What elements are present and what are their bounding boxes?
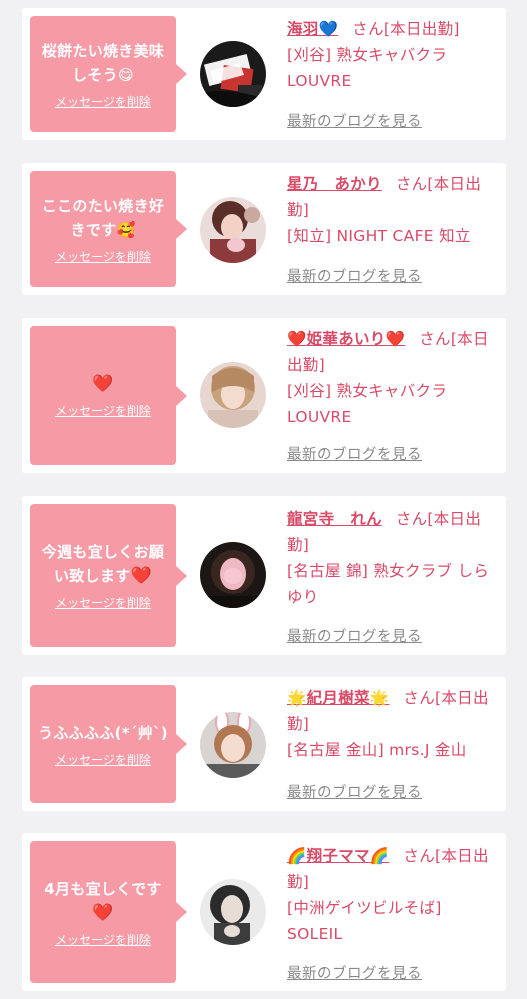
heart-icon: ❤️ [287, 330, 307, 348]
sender-name-link[interactable]: 🌟紀月樹菜🌟 [287, 689, 389, 707]
avatar[interactable] [200, 542, 266, 608]
shop-name: [知立] NIGHT CAFE 知立 [287, 227, 471, 245]
message-bubble: ❤️ メッセージを削除 [30, 326, 187, 465]
emoji-icon: 😋 [117, 65, 134, 84]
star-icon: 🌟 [287, 689, 307, 707]
avatar[interactable] [200, 879, 266, 945]
latest-blog-link[interactable]: 最新のブログを見る [287, 781, 422, 802]
message-text: うふふふふ(*´艸`) [38, 723, 168, 742]
message-card: ❤️ メッセージを削除 ❤️姫華あいり❤️ さん[本日出勤] [刈谷] 熟女キャバ… [22, 318, 506, 473]
message-card: ここのたい焼き好きです🥰 メッセージを削除 星乃 あかり さん[本日出勤] [知立… [22, 163, 506, 295]
latest-blog-link[interactable]: 最新のブログを見る [287, 265, 422, 286]
message-bubble: 4月も宜しくです ❤️ メッセージを削除 [30, 841, 187, 983]
avatar[interactable] [200, 197, 266, 263]
message-card: うふふふふ(*´艸`) メッセージを削除 🌟紀月樹菜🌟 さん[本日出勤] [名古屋… [22, 677, 506, 811]
message-text: 4月も宜しくです ❤️ [44, 879, 162, 923]
rainbow-icon: 🌈 [369, 847, 390, 865]
attendance-status: さん[本日出勤] [352, 20, 460, 38]
message-text: ここのたい焼き好きです🥰 [41, 196, 165, 239]
shop-name: [名古屋 錦] 熟女クラブ しらゆり [287, 562, 490, 606]
avatar[interactable] [200, 362, 266, 428]
delete-message-link[interactable]: メッセージを削除 [55, 594, 151, 611]
heart-icon: ❤️ [130, 566, 152, 586]
sender-info: 海羽💙 さん[本日出勤] [刈谷] 熟女キャバクラ LOUVRE [287, 16, 499, 94]
delete-message-link[interactable]: メッセージを削除 [55, 931, 151, 948]
avatar[interactable] [200, 41, 266, 107]
message-bubble: 今週も宜しくお願い致します❤️ メッセージを削除 [30, 504, 187, 647]
sender-info: ❤️姫華あいり❤️ さん[本日出勤] [刈谷] 熟女キャバクラ LOUVRE [287, 326, 499, 430]
message-bubble: 桜餅たい焼き美味しそう😋 メッセージを削除 [30, 16, 187, 132]
heart-icon: ❤️ [385, 330, 406, 348]
sender-name-link[interactable]: 龍宮寺 れん [287, 510, 382, 528]
sender-name-link[interactable]: 🌈翔子ママ🌈 [287, 847, 389, 865]
heart-icon: ❤️ [92, 902, 114, 923]
rainbow-icon: 🌈 [287, 847, 307, 865]
message-text: 桜餅たい焼き美味しそう😋 [41, 41, 165, 84]
latest-blog-link[interactable]: 最新のブログを見る [287, 962, 422, 983]
message-card: 今週も宜しくお願い致します❤️ メッセージを削除 龍宮寺 れん さん[本日出勤] … [22, 496, 506, 655]
delete-message-link[interactable]: メッセージを削除 [55, 751, 151, 768]
message-text: ❤️ [92, 372, 113, 396]
blue-heart-icon: 💙 [318, 20, 339, 38]
sender-info: 星乃 あかり さん[本日出勤] [知立] NIGHT CAFE 知立 [287, 171, 499, 249]
sender-info: 🌟紀月樹菜🌟 さん[本日出勤] [名古屋 金山] mrs.J 金山 [287, 685, 499, 763]
message-card: 桜餅たい焼き美味しそう😋 メッセージを削除 海羽💙 さん[本日出勤] [刈谷] 熟… [22, 8, 506, 140]
heart-icon: ❤️ [92, 374, 114, 394]
delete-message-link[interactable]: メッセージを削除 [55, 248, 151, 265]
shop-name: [刈谷] 熟女キャバクラ LOUVRE [287, 46, 448, 90]
latest-blog-link[interactable]: 最新のブログを見る [287, 110, 422, 131]
message-feed: 桜餅たい焼き美味しそう😋 メッセージを削除 海羽💙 さん[本日出勤] [刈谷] 熟… [0, 0, 527, 999]
sender-name-link[interactable]: ❤️姫華あいり❤️ [287, 330, 405, 348]
shop-name: [名古屋 金山] mrs.J 金山 [287, 741, 467, 759]
message-bubble: ここのたい焼き好きです🥰 メッセージを削除 [30, 171, 187, 287]
emoji-icon: 🥰 [116, 220, 136, 239]
message-card: 4月も宜しくです ❤️ メッセージを削除 🌈翔子ママ🌈 さん[本日出勤] [中洲ゲイ… [22, 833, 506, 991]
sender-info: 🌈翔子ママ🌈 さん[本日出勤] [中洲ゲイツビルそば] SOLEIL [287, 843, 499, 947]
message-bubble: うふふふふ(*´艸`) メッセージを削除 [30, 685, 187, 803]
delete-message-link[interactable]: メッセージを削除 [55, 402, 151, 419]
delete-message-link[interactable]: メッセージを削除 [55, 93, 151, 110]
shop-name: [刈谷] 熟女キャバクラ LOUVRE [287, 382, 448, 426]
sender-name-link[interactable]: 海羽💙 [287, 20, 338, 38]
avatar[interactable] [200, 712, 266, 778]
shop-name: [中洲ゲイツビルそば] SOLEIL [287, 899, 442, 943]
latest-blog-link[interactable]: 最新のブログを見る [287, 625, 422, 646]
latest-blog-link[interactable]: 最新のブログを見る [287, 443, 422, 464]
message-text: 今週も宜しくお願い致します❤️ [41, 543, 165, 586]
sender-info: 龍宮寺 れん さん[本日出勤] [名古屋 錦] 熟女クラブ しらゆり [287, 506, 499, 610]
sender-name-link[interactable]: 星乃 あかり [287, 175, 382, 193]
star-icon: 🌟 [369, 689, 390, 707]
